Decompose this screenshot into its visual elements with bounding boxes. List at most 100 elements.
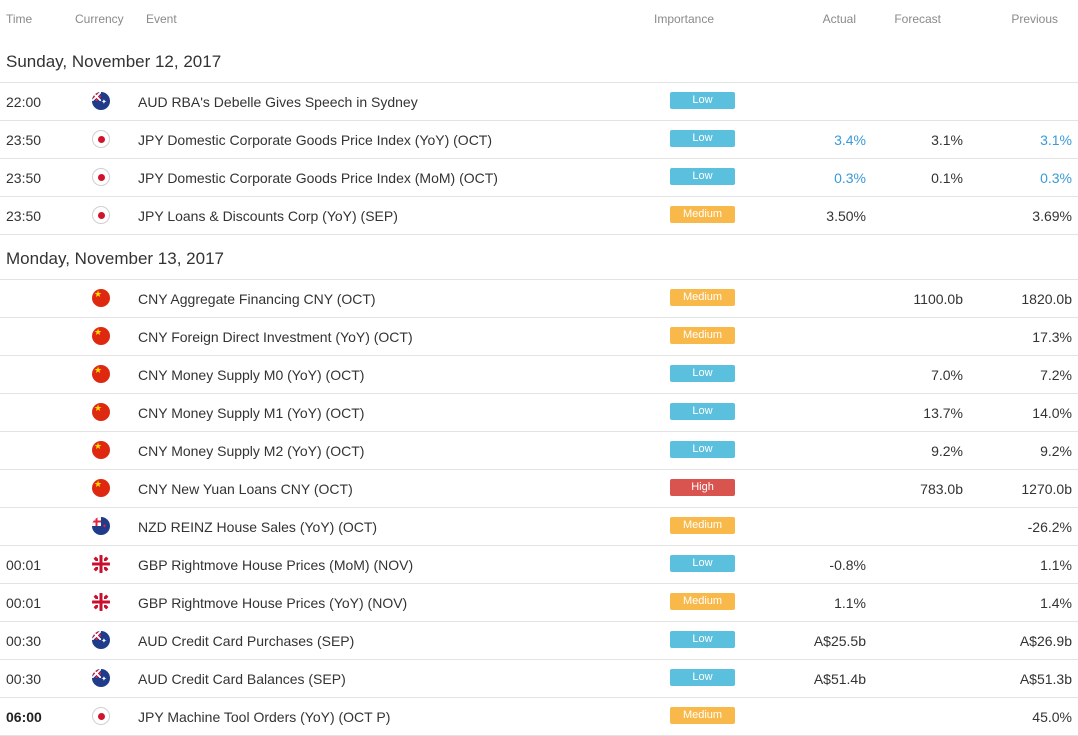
day-label: Monday, November 13, 2017	[6, 249, 224, 268]
aud-flag-icon	[92, 669, 110, 687]
event-row[interactable]: CNY Money Supply M0 (YoY) (OCT) Low 7.0% 7.…	[0, 356, 1078, 394]
jpy-flag-icon	[92, 130, 110, 148]
gbp-flag-icon	[92, 555, 110, 573]
event-row[interactable]: CNY Foreign Direct Investment (YoY) (OCT…	[0, 318, 1078, 356]
importance-badge: Low	[670, 92, 735, 109]
aud-flag-icon	[92, 631, 110, 649]
event-name[interactable]: CNY Money Supply M2 (YoY) (OCT)	[138, 443, 364, 459]
importance-badge: Low	[670, 441, 735, 458]
column-header-time[interactable]: Time	[6, 12, 32, 26]
event-name[interactable]: AUD RBA's Debelle Gives Speech in Sydney	[138, 94, 418, 110]
event-time: 06:00	[6, 709, 42, 725]
previous-value: 9.2%	[1040, 443, 1072, 459]
actual-value: -0.8%	[829, 557, 866, 573]
event-time: 00:01	[6, 595, 42, 611]
importance-badge: Medium	[670, 289, 735, 306]
column-header-event[interactable]: Event	[146, 12, 177, 26]
event-row[interactable]: CNY New Yuan Loans CNY (OCT) High 783.0b 12…	[0, 470, 1078, 508]
actual-value: 1.1%	[834, 595, 866, 611]
forecast-value: 1100.0b	[913, 291, 963, 307]
table-header: Time Currency Event Importance Actual Fo…	[0, 0, 1078, 38]
event-name[interactable]: JPY Loans & Discounts Corp (YoY) (SEP)	[138, 208, 398, 224]
forecast-value: 7.0%	[931, 367, 963, 383]
actual-value: A$51.4b	[813, 671, 866, 687]
event-name[interactable]: CNY Money Supply M0 (YoY) (OCT)	[138, 367, 364, 383]
nzd-flag-icon	[92, 517, 110, 535]
day-header: Sunday, November 12, 2017	[0, 38, 1078, 83]
forecast-value: 9.2%	[931, 443, 963, 459]
jpy-flag-icon	[92, 707, 110, 725]
event-row[interactable]: CNY Aggregate Financing CNY (OCT) Medium 1…	[0, 280, 1078, 318]
importance-badge: Medium	[670, 707, 735, 724]
importance-badge: High	[670, 479, 735, 496]
event-row[interactable]: 22:00 AUD RBA's Debelle Gives Speech in S…	[0, 83, 1078, 121]
event-row[interactable]: 23:50 JPY Loans & Discounts Corp (YoY) (S…	[0, 197, 1078, 235]
column-header-actual[interactable]: Actual	[823, 12, 856, 26]
event-row[interactable]: 00:30 AUD Credit Card Balances (SEP) Low A$…	[0, 660, 1078, 698]
importance-badge: Low	[670, 168, 735, 185]
event-time: 23:50	[6, 132, 42, 148]
event-name[interactable]: GBP Rightmove House Prices (MoM) (NOV)	[138, 557, 413, 573]
forecast-value: 3.1%	[931, 132, 963, 148]
cny-flag-icon	[92, 479, 110, 497]
previous-value: 0.3%	[1040, 170, 1072, 186]
forecast-value: 783.0b	[920, 481, 963, 497]
event-time: 23:50	[6, 170, 42, 186]
previous-value: 1.1%	[1040, 557, 1072, 573]
event-row[interactable]: 00:01 GBP Rightmove House Prices (MoM) (N…	[0, 546, 1078, 584]
column-header-previous[interactable]: Previous	[1011, 12, 1058, 26]
event-name[interactable]: CNY New Yuan Loans CNY (OCT)	[138, 481, 353, 497]
event-row[interactable]: 23:50 JPY Domestic Corporate Goods Price …	[0, 159, 1078, 197]
jpy-flag-icon	[92, 168, 110, 186]
event-name[interactable]: CNY Foreign Direct Investment (YoY) (OCT…	[138, 329, 413, 345]
event-row[interactable]: CNY Money Supply M2 (YoY) (OCT) Low 9.2% 9.…	[0, 432, 1078, 470]
event-name[interactable]: AUD Credit Card Balances (SEP)	[138, 671, 346, 687]
previous-value: A$26.9b	[1019, 633, 1072, 649]
actual-value: 3.4%	[834, 132, 866, 148]
event-name[interactable]: JPY Machine Tool Orders (YoY) (OCT P)	[138, 709, 390, 725]
cny-flag-icon	[92, 403, 110, 421]
event-name[interactable]: GBP Rightmove House Prices (YoY) (NOV)	[138, 595, 407, 611]
day-header: Monday, November 13, 2017	[0, 235, 1078, 280]
event-row[interactable]: NZD REINZ House Sales (YoY) (OCT) Medium -…	[0, 508, 1078, 546]
cny-flag-icon	[92, 327, 110, 345]
event-name[interactable]: JPY Domestic Corporate Goods Price Index…	[138, 132, 492, 148]
column-header-currency[interactable]: Currency	[75, 12, 124, 26]
importance-badge: Low	[670, 631, 735, 648]
event-name[interactable]: CNY Money Supply M1 (YoY) (OCT)	[138, 405, 364, 421]
event-name[interactable]: CNY Aggregate Financing CNY (OCT)	[138, 291, 376, 307]
event-time: 23:50	[6, 208, 42, 224]
importance-badge: Low	[670, 669, 735, 686]
aud-flag-icon	[92, 92, 110, 110]
event-time: 00:30	[6, 671, 42, 687]
day-label: Sunday, November 12, 2017	[6, 52, 222, 71]
jpy-flag-icon	[92, 206, 110, 224]
event-name[interactable]: AUD Credit Card Purchases (SEP)	[138, 633, 354, 649]
event-row[interactable]: 00:01 GBP Rightmove House Prices (YoY) (N…	[0, 584, 1078, 622]
column-header-forecast[interactable]: Forecast	[894, 12, 941, 26]
event-row[interactable]: 06:00 JPY Machine Tool Orders (YoY) (OCT …	[0, 698, 1078, 736]
event-row[interactable]: CNY Money Supply M1 (YoY) (OCT) Low 13.7% 1…	[0, 394, 1078, 432]
economic-calendar: Sunday, November 12, 2017 22:00 AUD RBA's …	[0, 38, 1078, 736]
cny-flag-icon	[92, 441, 110, 459]
actual-value: A$25.5b	[813, 633, 866, 649]
event-row[interactable]: 00:30 AUD Credit Card Purchases (SEP) Low A…	[0, 622, 1078, 660]
previous-value: -26.2%	[1027, 519, 1072, 535]
event-time: 00:01	[6, 557, 42, 573]
previous-value: 3.1%	[1040, 132, 1072, 148]
forecast-value: 13.7%	[923, 405, 963, 421]
cny-flag-icon	[92, 289, 110, 307]
previous-value: 45.0%	[1032, 709, 1072, 725]
event-name[interactable]: NZD REINZ House Sales (YoY) (OCT)	[138, 519, 377, 535]
previous-value: 17.3%	[1032, 329, 1072, 345]
event-row[interactable]: 23:50 JPY Domestic Corporate Goods Price …	[0, 121, 1078, 159]
previous-value: 1820.0b	[1021, 291, 1072, 307]
column-header-importance[interactable]: Importance	[654, 12, 714, 26]
importance-badge: Low	[670, 555, 735, 572]
event-name[interactable]: JPY Domestic Corporate Goods Price Index…	[138, 170, 498, 186]
importance-badge: Low	[670, 365, 735, 382]
previous-value: A$51.3b	[1019, 671, 1072, 687]
previous-value: 3.69%	[1032, 208, 1072, 224]
importance-badge: Low	[670, 130, 735, 147]
event-time: 00:30	[6, 633, 42, 649]
